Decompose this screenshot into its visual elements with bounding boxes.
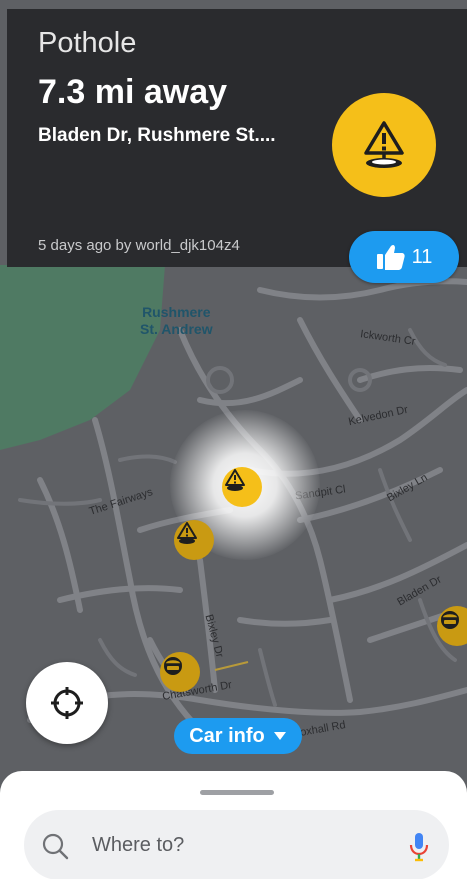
search-input[interactable] xyxy=(92,831,382,859)
area-label: Rushmere St. Andrew xyxy=(140,304,213,338)
search-bar[interactable] xyxy=(24,810,449,879)
pothole-icon xyxy=(225,469,245,491)
car-info-button[interactable]: Car info xyxy=(174,718,302,754)
selected-pothole-marker[interactable] xyxy=(222,467,262,507)
crosshair-icon xyxy=(51,687,83,719)
area-label-line1: Rushmere xyxy=(142,304,211,320)
alert-reported-by: 5 days ago by world_djk104z4 xyxy=(38,237,240,254)
thumbs-up-count: 11 xyxy=(411,245,433,268)
thumbs-up-button[interactable]: 11 xyxy=(349,231,459,283)
construction-worker-icon xyxy=(441,611,459,629)
recenter-button[interactable] xyxy=(26,662,108,744)
app-root: Rushmere St. Andrew Ickworth Cr Kelvedon… xyxy=(0,0,467,879)
caret-down-icon xyxy=(273,732,286,740)
search-icon xyxy=(42,833,69,860)
construction-worker-icon xyxy=(164,657,182,675)
sheet-drag-handle[interactable] xyxy=(200,790,274,795)
alert-street: Bladen Dr, Rushmere St.... xyxy=(38,125,276,146)
pothole-marker[interactable] xyxy=(174,520,214,560)
bottom-sheet[interactable] xyxy=(0,771,467,879)
area-label-line2: St. Andrew xyxy=(140,321,213,337)
construction-marker[interactable] xyxy=(160,652,200,692)
pothole-icon xyxy=(177,522,197,544)
thumbs-up-icon xyxy=(376,244,405,270)
pothole-warning-icon xyxy=(332,93,436,197)
alert-panel[interactable]: Pothole 7.3 mi away Bladen Dr, Rushmere … xyxy=(7,9,467,267)
car-info-label: Car info xyxy=(189,724,265,747)
park-area xyxy=(0,265,165,450)
microphone-icon[interactable] xyxy=(408,832,430,862)
alert-type: Pothole xyxy=(38,27,137,59)
alert-distance: 7.3 mi away xyxy=(38,73,228,111)
